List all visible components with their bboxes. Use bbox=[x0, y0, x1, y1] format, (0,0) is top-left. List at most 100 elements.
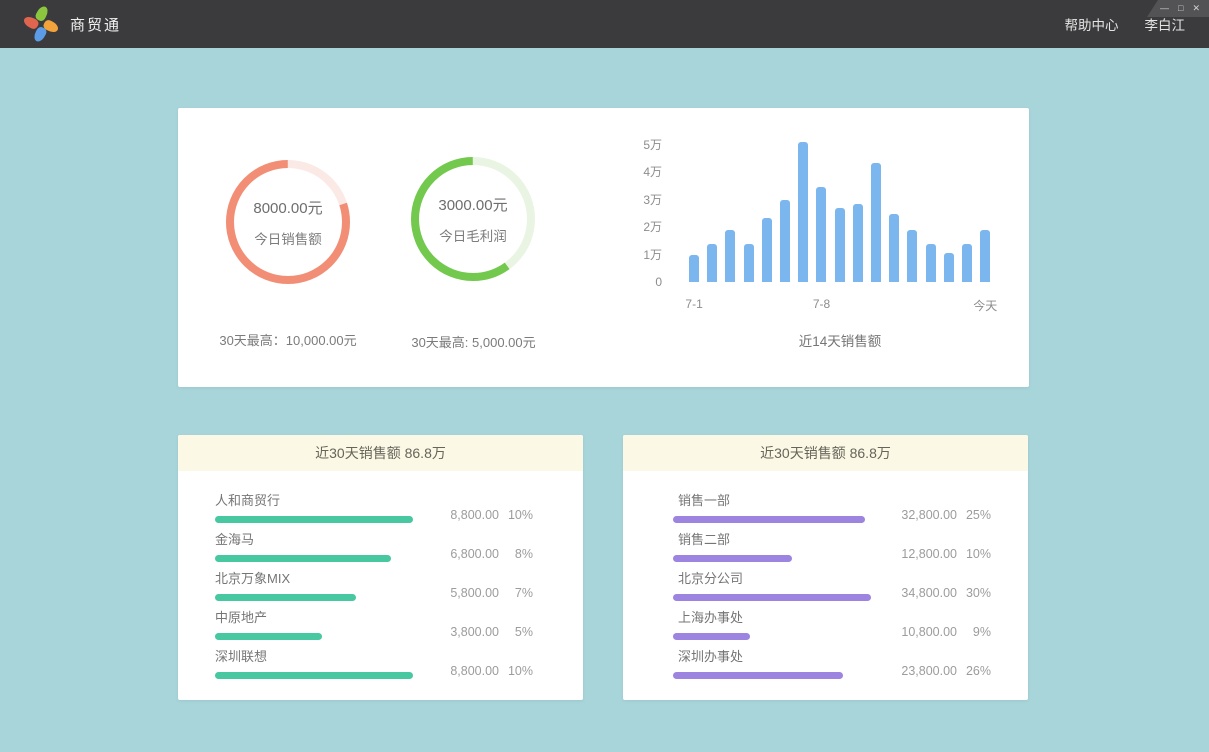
rank-row: 深圳联想 8,800.00 10% bbox=[215, 648, 533, 679]
today-sales-30day-max: 30天最高：10,000.00元 bbox=[193, 330, 383, 349]
rank-label: 深圳办事处 bbox=[678, 646, 873, 665]
chart-x-tick: 7-1 bbox=[685, 297, 702, 311]
rank-row: 北京分公司 34,800.00 30% bbox=[673, 570, 991, 601]
rank-value: 34,800.00 bbox=[887, 586, 957, 600]
chart-bar bbox=[980, 230, 990, 282]
pinwheel-logo-icon bbox=[22, 5, 60, 43]
chart-bar bbox=[926, 244, 936, 282]
chart-y-tick: 1万 bbox=[643, 248, 662, 262]
chart-bar bbox=[707, 244, 717, 282]
rank-label: 中原地产 bbox=[215, 607, 415, 626]
help-center-link[interactable]: 帮助中心 bbox=[1065, 14, 1119, 34]
chart-bar bbox=[962, 244, 972, 282]
dashboard: 8000.00元 今日销售额 30天最高：10,000.00元 3000.00元… bbox=[0, 48, 1209, 752]
rank-label: 深圳联想 bbox=[215, 646, 415, 665]
titlebar-actions: 帮助中心 李白江 bbox=[1065, 14, 1186, 34]
rank-label: 销售一部 bbox=[678, 490, 873, 509]
chart-bar bbox=[689, 255, 699, 282]
donut-today-sales: 8000.00元 今日销售额 bbox=[223, 157, 353, 287]
chart-bar bbox=[835, 208, 845, 282]
rank-row: 销售二部 12,800.00 10% bbox=[673, 531, 991, 562]
rank-value: 8,800.00 bbox=[429, 508, 499, 522]
rank-bar bbox=[215, 555, 391, 562]
rank-value: 23,800.00 bbox=[887, 664, 957, 678]
sales-14day-bar-chart: 5万 4万 3万 2万 1万 0 7-1 7-8 今天 近14天销售额 bbox=[638, 137, 1023, 367]
rank-row: 金海马 6,800.00 8% bbox=[215, 531, 533, 562]
today-profit-value: 3000.00元 bbox=[438, 194, 507, 215]
rank-percent: 9% bbox=[957, 625, 991, 639]
rank-row: 上海办事处 10,800.00 9% bbox=[673, 609, 991, 640]
rank-percent: 8% bbox=[499, 547, 533, 561]
rank-bar bbox=[673, 594, 871, 601]
chart-bar bbox=[907, 230, 917, 282]
chart-y-axis: 5万 4万 3万 2万 1万 0 bbox=[638, 137, 662, 297]
chart-y-tick: 3万 bbox=[643, 193, 662, 207]
rank-bar bbox=[215, 516, 413, 523]
chart-bar bbox=[816, 187, 826, 282]
rank-value: 5,800.00 bbox=[429, 586, 499, 600]
rank-value: 10,800.00 bbox=[887, 625, 957, 639]
chart-y-tick: 0 bbox=[655, 275, 662, 289]
chart-bar bbox=[889, 214, 899, 283]
rank-row: 中原地产 3,800.00 5% bbox=[215, 609, 533, 640]
titlebar: 商贸通 帮助中心 李白江 — □ ✕ bbox=[0, 0, 1209, 48]
chart-bar bbox=[725, 230, 735, 282]
chart-bar bbox=[780, 200, 790, 282]
overview-card: 8000.00元 今日销售额 30天最高：10,000.00元 3000.00元… bbox=[178, 108, 1029, 387]
today-profit-30day-max: 30天最高: 5,000.00元 bbox=[381, 332, 566, 351]
chart-x-tick: 7-8 bbox=[813, 297, 830, 311]
minimize-button[interactable]: — bbox=[1160, 4, 1169, 13]
rank-bar bbox=[215, 633, 322, 640]
rank-label: 金海马 bbox=[215, 529, 415, 548]
chart-title: 近14天销售额 bbox=[685, 330, 995, 350]
rank-percent: 10% bbox=[957, 547, 991, 561]
rank-percent: 7% bbox=[499, 586, 533, 600]
app-title: 商贸通 bbox=[70, 14, 121, 35]
rank-bar bbox=[673, 672, 843, 679]
today-sales-label: 今日销售额 bbox=[254, 228, 322, 248]
chart-y-tick: 4万 bbox=[643, 165, 662, 179]
window-controls: — □ ✕ bbox=[1147, 0, 1209, 17]
rank-card-body: 销售一部 32,800.00 25% 销售二部 12,800.00 10% 北京… bbox=[623, 471, 1028, 679]
rank-card-body: 人和商贸行 8,800.00 10% 金海马 6,800.00 8% 北京万象M… bbox=[178, 471, 583, 679]
chart-y-tick: 5万 bbox=[643, 138, 662, 152]
rank-row: 深圳办事处 23,800.00 26% bbox=[673, 648, 991, 679]
rank-percent: 5% bbox=[499, 625, 533, 639]
user-menu[interactable]: 李白江 bbox=[1145, 14, 1186, 34]
rank-label: 销售二部 bbox=[678, 529, 873, 548]
chart-bars bbox=[685, 137, 995, 282]
maximize-button[interactable]: □ bbox=[1178, 4, 1183, 13]
rank-value: 3,800.00 bbox=[429, 625, 499, 639]
rank-value: 6,800.00 bbox=[429, 547, 499, 561]
rank-percent: 26% bbox=[957, 664, 991, 678]
rank-bar bbox=[215, 672, 413, 679]
rank-row: 北京万象MIX 5,800.00 7% bbox=[215, 570, 533, 601]
rank-value: 12,800.00 bbox=[887, 547, 957, 561]
today-profit-label: 今日毛利润 bbox=[439, 225, 507, 245]
rank-card-header: 近30天销售额 86.8万 bbox=[623, 435, 1028, 471]
rank-bar bbox=[215, 594, 356, 601]
close-button[interactable]: ✕ bbox=[1192, 4, 1200, 13]
today-sales-value: 8000.00元 bbox=[253, 197, 322, 218]
rank-percent: 10% bbox=[499, 664, 533, 678]
rank-label: 北京万象MIX bbox=[215, 568, 415, 587]
chart-bar bbox=[853, 204, 863, 282]
rank-row: 人和商贸行 8,800.00 10% bbox=[215, 492, 533, 523]
rank-percent: 10% bbox=[499, 508, 533, 522]
rank-value: 8,800.00 bbox=[429, 664, 499, 678]
rank-label: 上海办事处 bbox=[678, 607, 873, 626]
rank-percent: 25% bbox=[957, 508, 991, 522]
rank-label: 北京分公司 bbox=[678, 568, 873, 587]
chart-bar bbox=[744, 244, 754, 282]
chart-bar bbox=[944, 253, 954, 282]
donut-today-profit: 3000.00元 今日毛利润 bbox=[408, 154, 538, 284]
chart-bar bbox=[762, 218, 772, 282]
rank-card-header: 近30天销售额 86.8万 bbox=[178, 435, 583, 471]
rank-percent: 30% bbox=[957, 586, 991, 600]
rank-bar bbox=[673, 516, 865, 523]
rank-bar bbox=[673, 555, 792, 562]
chart-x-tick: 今天 bbox=[973, 297, 997, 314]
rank-label: 人和商贸行 bbox=[215, 490, 415, 509]
rank-row: 销售一部 32,800.00 25% bbox=[673, 492, 991, 523]
chart-y-tick: 2万 bbox=[643, 220, 662, 234]
